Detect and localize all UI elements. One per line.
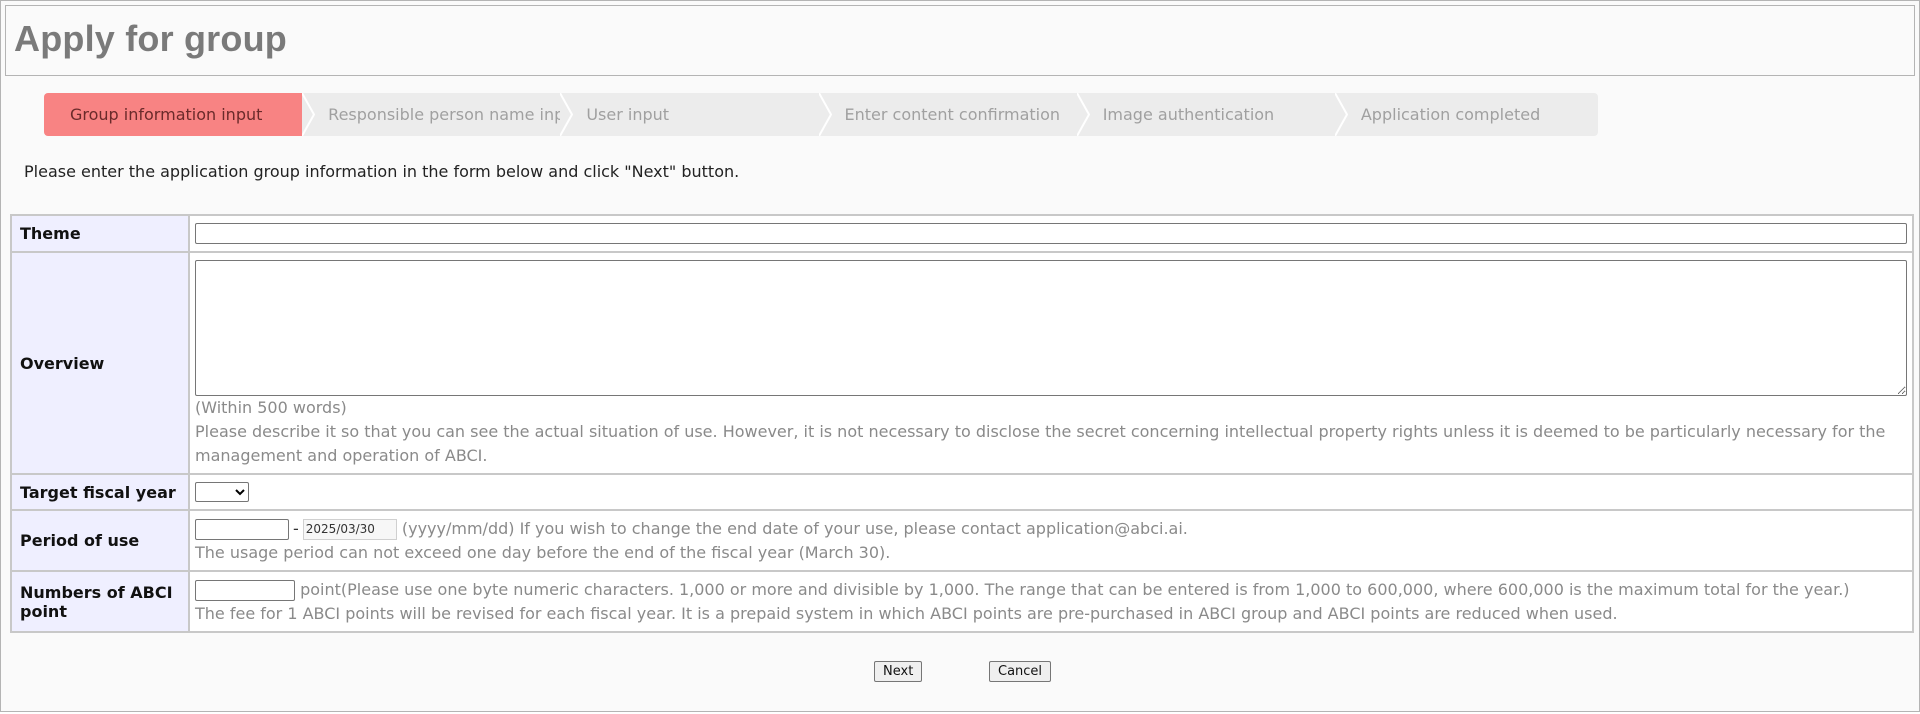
step-label: Enter content confirmation [844,105,1061,124]
chevron-right-icon [1334,93,1349,136]
theme-input[interactable] [195,223,1907,244]
overview-row: Overview (Within 500 words) Please descr… [10,251,1914,475]
step-label: User input [586,105,670,124]
chevron-right-icon [818,93,832,136]
cancel-button[interactable]: Cancel [989,661,1052,682]
form-instructions: Please enter the application group infor… [24,162,740,181]
step-label: Responsible person name input [328,105,561,124]
step-label: Group information input [70,105,263,124]
fiscal-year-row: Target fiscal year [10,473,1914,511]
chevron-right-icon [560,93,574,136]
period-separator: - [293,518,299,538]
period-row: Period of use - (yyyy/mm/dd) If you wish… [10,509,1914,572]
period-cell: - (yyyy/mm/dd) If you wish to change the… [188,509,1914,572]
points-row: Numbers of ABCI point point(Please use o… [10,570,1914,633]
step-responsible-person-name-input: Responsible person name input [302,93,561,136]
fiscal-year-cell [188,473,1914,511]
next-button[interactable]: Next [874,661,923,682]
period-label: Period of use [10,509,190,572]
step-application-completed: Application completed [1334,93,1598,136]
overview-label: Overview [10,251,190,475]
overview-description-note: Please describe it so that you can see t… [195,421,1886,465]
theme-row: Theme [10,214,1914,253]
step-group-information-input: Group information input [44,93,314,136]
points-line: point(Please use one byte numeric charac… [195,578,1907,602]
step-enter-content-confirmation: Enter content confirmation [818,93,1077,136]
overview-cell: (Within 500 words) Please describe it so… [188,251,1914,475]
period-limit-note: The usage period can not exceed one day … [195,542,891,562]
chevron-right-icon [1076,93,1090,136]
step-label: Image authentication [1102,105,1275,124]
progress-steps: Group information input Responsible pers… [44,93,1598,136]
points-label: Numbers of ABCI point [10,570,190,633]
fiscal-year-select[interactable] [195,482,249,503]
page-frame: Apply for group Group information input … [0,0,1920,712]
step-image-authentication: Image authentication [1076,93,1335,136]
period-format-note: (yyyy/mm/dd) If you wish to change the e… [401,518,1188,538]
page-header: Apply for group [5,5,1915,76]
period-line: - (yyyy/mm/dd) If you wish to change the… [195,517,1907,541]
theme-cell [188,214,1914,253]
step-user-input: User input [560,93,819,136]
chevron-right-icon [302,93,316,136]
period-start-input[interactable] [195,518,289,540]
theme-label: Theme [10,214,190,253]
page-title: Apply for group [14,18,287,59]
step-label: Application completed [1360,105,1541,124]
points-input[interactable] [195,579,295,601]
period-end-field [302,518,397,540]
points-cell: point(Please use one byte numeric charac… [188,570,1914,633]
points-unit-note: point(Please use one byte numeric charac… [300,579,1850,599]
overview-word-limit: (Within 500 words) [195,397,347,417]
fiscal-year-label: Target fiscal year [10,473,190,511]
group-form-table: Theme Overview (Within 500 words) Please… [10,214,1914,633]
overview-textarea[interactable] [195,259,1907,396]
points-fee-note: The fee for 1 ABCI points will be revise… [195,603,1618,623]
